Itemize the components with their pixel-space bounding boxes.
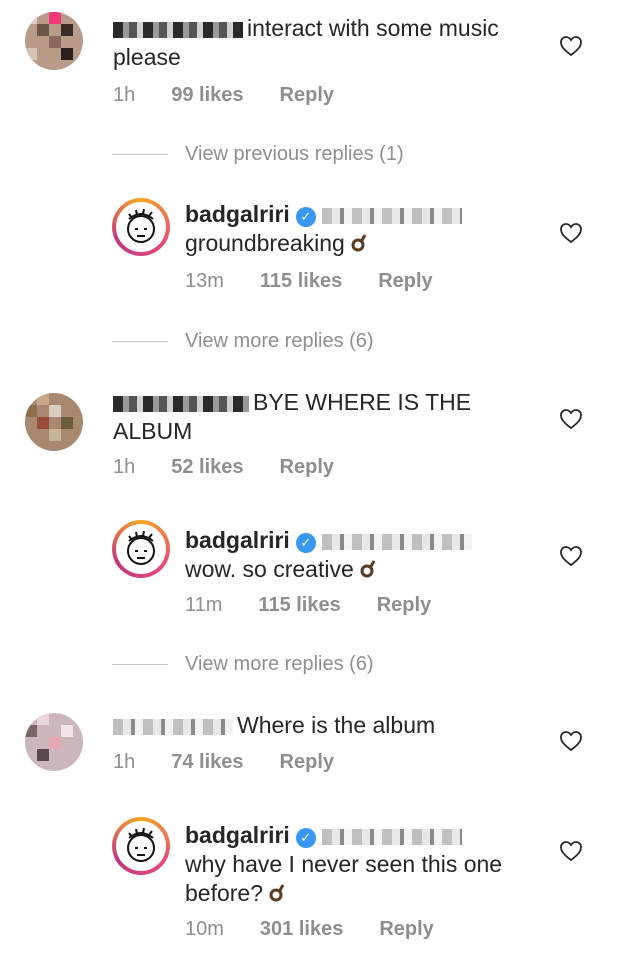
view-more-replies[interactable]: View more replies (6) (112, 653, 374, 676)
heart-icon[interactable] (559, 840, 583, 862)
divider-line (112, 154, 168, 155)
face-doodle-icon (127, 530, 155, 565)
ok-hand-icon (351, 234, 367, 252)
avatar-badgalriri[interactable] (112, 198, 170, 256)
redacted-username (113, 21, 243, 38)
likes-count[interactable]: 74 likes (171, 751, 243, 774)
comment-text-line2: ALBUM (113, 418, 193, 444)
likes-count[interactable]: 115 likes (258, 594, 340, 617)
ok-hand-icon (269, 884, 285, 902)
comment-body-line2: before? (185, 880, 264, 906)
redacted-mention (321, 828, 462, 845)
username[interactable]: badgalriri (185, 822, 290, 848)
reply-button[interactable]: Reply (379, 918, 433, 941)
view-more-replies-label[interactable]: View more replies (6) (185, 653, 374, 676)
comment-text-line1: interact with some music (247, 15, 499, 41)
avatar-badgalriri[interactable] (112, 817, 170, 875)
view-previous-replies-label[interactable]: View previous replies (1) (185, 143, 404, 166)
redacted-username (113, 718, 233, 735)
avatar-badgalriri[interactable] (112, 520, 170, 578)
avatar[interactable] (25, 12, 83, 70)
comment-text: BYE WHERE IS THE ALBUM (113, 388, 471, 446)
comment-meta: 13m 115 likes Reply (185, 270, 469, 293)
comment-text-line2: please (113, 44, 181, 70)
ok-hand-icon (360, 560, 376, 578)
comment-text-line1: BYE WHERE IS THE (253, 389, 472, 415)
comment-meta: 1h 99 likes Reply (113, 84, 370, 107)
comment-time: 11m (185, 594, 223, 616)
comment-text: interact with some music please (113, 14, 499, 72)
reply-button[interactable]: Reply (280, 751, 334, 774)
comment-meta: 1h 52 likes Reply (113, 456, 370, 479)
comment-body: groundbreaking (185, 230, 345, 256)
heart-icon[interactable] (559, 222, 583, 244)
comment-body-line1: why have I never seen this one (185, 851, 503, 877)
comment-text: badgalriri ✓ wow. so creative (185, 526, 476, 584)
likes-count[interactable]: 99 likes (171, 84, 243, 107)
comment-text: badgalriri ✓ why have I never seen this o… (185, 821, 502, 908)
comment-meta: 1h 74 likes Reply (113, 751, 370, 774)
reply-button[interactable]: Reply (377, 594, 431, 617)
likes-count[interactable]: 52 likes (171, 456, 243, 479)
view-more-replies-label[interactable]: View more replies (6) (185, 330, 374, 353)
heart-icon[interactable] (559, 545, 583, 567)
comment-meta: 11m 115 likes Reply (185, 594, 467, 617)
comment-time: 1h (113, 84, 136, 106)
reply-button[interactable]: Reply (280, 456, 334, 479)
redacted-mention (321, 207, 462, 224)
username[interactable]: badgalriri (185, 201, 290, 227)
username[interactable]: badgalriri (185, 527, 290, 553)
face-doodle-icon (127, 208, 155, 243)
heart-icon[interactable] (559, 35, 583, 57)
comment-body: wow. so creative (185, 556, 354, 582)
comment-text: Where is the album (113, 711, 435, 740)
verified-badge-icon: ✓ (295, 533, 316, 553)
comment-text-line1: Where is the album (237, 712, 436, 738)
redacted-username (113, 395, 249, 412)
verified-badge-icon: ✓ (295, 828, 316, 848)
divider-line (112, 341, 168, 342)
avatar[interactable] (25, 713, 83, 771)
view-previous-replies[interactable]: View previous replies (1) (112, 143, 404, 166)
comment-meta: 10m 301 likes Reply (185, 918, 470, 941)
face-doodle-icon (127, 827, 155, 862)
avatar[interactable] (25, 393, 83, 451)
comment-time: 13m (185, 270, 224, 292)
likes-count[interactable]: 115 likes (260, 270, 342, 293)
reply-button[interactable]: Reply (378, 270, 432, 293)
heart-icon[interactable] (559, 408, 583, 430)
view-more-replies[interactable]: View more replies (6) (112, 330, 374, 353)
verified-badge-icon: ✓ (295, 207, 316, 227)
redacted-mention (321, 533, 472, 550)
comment-time: 10m (185, 918, 224, 940)
heart-icon[interactable] (559, 730, 583, 752)
comment-time: 1h (113, 456, 136, 478)
likes-count[interactable]: 301 likes (260, 918, 343, 941)
divider-line (112, 664, 168, 665)
reply-button[interactable]: Reply (280, 84, 334, 107)
comment-text: badgalriri ✓ groundbreaking (185, 200, 466, 258)
comment-time: 1h (113, 751, 136, 773)
